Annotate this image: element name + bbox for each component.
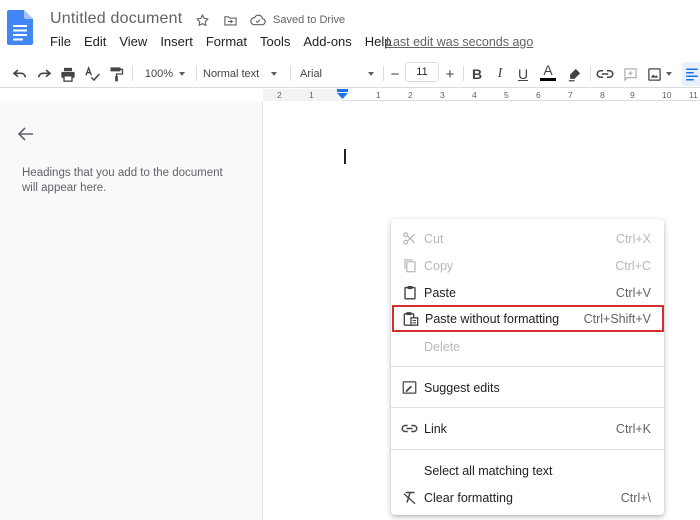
context-item-label: Paste (424, 285, 456, 300)
context-item-label: Delete (424, 339, 461, 354)
scissors-icon (401, 230, 418, 247)
menu-view[interactable]: View (119, 34, 147, 49)
indent-marker-icon[interactable] (337, 89, 348, 99)
context-item-label: Clear formatting (424, 490, 513, 505)
outline-help-text: Headings that you add to the document wi… (22, 167, 223, 194)
menu-tools[interactable]: Tools (260, 34, 290, 49)
context-item-shortcut: Ctrl+X (615, 231, 651, 246)
ruler-number: 3 (440, 90, 445, 100)
context-paste-without-formatting[interactable]: Paste without formatting Ctrl+Shift+V (392, 305, 664, 332)
text-color-swatch (540, 78, 556, 81)
link-icon (401, 420, 418, 437)
paste-plain-icon (402, 310, 419, 327)
align-left-icon[interactable] (682, 62, 700, 86)
ruler-number: 1 (376, 90, 381, 100)
ruler-number: 8 (600, 90, 605, 100)
document-title[interactable]: Untitled document (50, 10, 182, 28)
suggest-edits-icon (401, 379, 418, 396)
menu-divider (391, 449, 664, 450)
context-menu: Cut Ctrl+X Copy Ctrl+C Paste Ctrl+V Past… (391, 219, 664, 515)
increase-font-size-button[interactable]: + (442, 63, 458, 85)
title-bar: Untitled document Saved to Drive File Ed… (0, 0, 700, 58)
context-paste[interactable]: Paste Ctrl+V (391, 279, 664, 306)
font-size-input[interactable]: 11 (405, 62, 439, 82)
spellcheck-icon[interactable] (82, 63, 102, 85)
last-edit-link[interactable]: Last edit was seconds ago (386, 35, 533, 49)
context-item-shortcut: Ctrl+\ (620, 490, 651, 505)
saved-status: Saved to Drive (273, 14, 346, 26)
ruler-number: 7 (568, 90, 573, 100)
ruler-number: 11 (689, 90, 698, 100)
menu-divider (391, 407, 664, 408)
ruler-number: 5 (504, 90, 509, 100)
ruler-number: 10 (662, 90, 672, 100)
context-item-label: Select all matching text (424, 463, 553, 478)
decrease-font-size-button[interactable]: − (387, 63, 403, 85)
link-icon[interactable] (595, 63, 615, 85)
context-suggest-edits[interactable]: Suggest edits (391, 374, 664, 401)
zoom-select[interactable]: 100% (140, 63, 190, 85)
context-select-all-matching[interactable]: Select all matching text (391, 457, 664, 484)
ruler-number: 2 (277, 90, 282, 100)
highlighter-icon[interactable] (564, 63, 584, 85)
context-item-label: Paste without formatting (425, 311, 560, 326)
image-icon[interactable] (644, 63, 674, 85)
context-copy[interactable]: Copy Ctrl+C (391, 252, 664, 279)
menu-file[interactable]: File (50, 34, 71, 49)
context-item-label: Link (424, 421, 447, 436)
document-outline-panel (0, 101, 263, 520)
context-delete[interactable]: Delete (391, 333, 664, 360)
font-select[interactable]: Arial (300, 63, 380, 85)
text-cursor (344, 149, 346, 164)
menu-edit[interactable]: Edit (84, 34, 106, 49)
context-item-label: Cut (424, 231, 444, 246)
ruler-number: 1 (309, 90, 314, 100)
ruler-number: 6 (536, 90, 541, 100)
comment-icon[interactable] (620, 63, 640, 85)
undo-icon[interactable] (10, 63, 30, 85)
print-icon[interactable] (58, 63, 78, 85)
redo-icon[interactable] (34, 63, 54, 85)
context-item-label: Suggest edits (424, 380, 500, 395)
menu-addons[interactable]: Add-ons (303, 34, 351, 49)
context-item-shortcut: Ctrl+K (615, 421, 651, 436)
underline-button[interactable]: U (514, 63, 532, 85)
move-folder-icon[interactable] (221, 11, 239, 29)
clear-formatting-icon (401, 489, 418, 506)
style-value: Normal text (203, 68, 260, 80)
ruler-number: 9 (630, 90, 635, 100)
ruler-margin (263, 89, 343, 101)
italic-button[interactable]: I (491, 63, 509, 85)
menu-insert[interactable]: Insert (160, 34, 193, 49)
context-item-shortcut: Ctrl+V (615, 285, 651, 300)
text-color-letter: A (543, 62, 553, 78)
cloud-done-icon[interactable] (249, 11, 267, 29)
copy-icon (401, 257, 418, 274)
menu-divider (391, 366, 664, 367)
context-item-shortcut: Ctrl+C (615, 258, 651, 273)
bold-button[interactable]: B (468, 63, 486, 85)
zoom-value: 100% (144, 68, 174, 80)
menu-bar: File Edit View Insert Format Tools Add-o… (50, 34, 405, 49)
context-item-shortcut: Ctrl+Shift+V (583, 311, 651, 326)
menu-format[interactable]: Format (206, 34, 247, 49)
font-value: Arial (300, 68, 323, 80)
context-item-label: Copy (424, 258, 454, 273)
style-select[interactable]: Normal text (203, 63, 283, 85)
star-icon[interactable] (193, 11, 211, 29)
back-arrow-icon[interactable] (16, 124, 36, 144)
context-cut[interactable]: Cut Ctrl+X (391, 225, 664, 252)
clipboard-icon (401, 284, 418, 301)
ruler-number: 2 (408, 90, 413, 100)
text-color-button[interactable]: A (538, 61, 558, 83)
docs-logo-icon[interactable] (7, 10, 33, 45)
ruler[interactable]: 2 1 1 2 3 4 5 6 7 8 9 10 11 (263, 89, 700, 101)
context-clear-formatting[interactable]: Clear formatting Ctrl+\ (391, 484, 664, 511)
paint-format-icon[interactable] (106, 63, 126, 85)
context-link[interactable]: Link Ctrl+K (391, 415, 664, 442)
ruler-number: 4 (472, 90, 477, 100)
